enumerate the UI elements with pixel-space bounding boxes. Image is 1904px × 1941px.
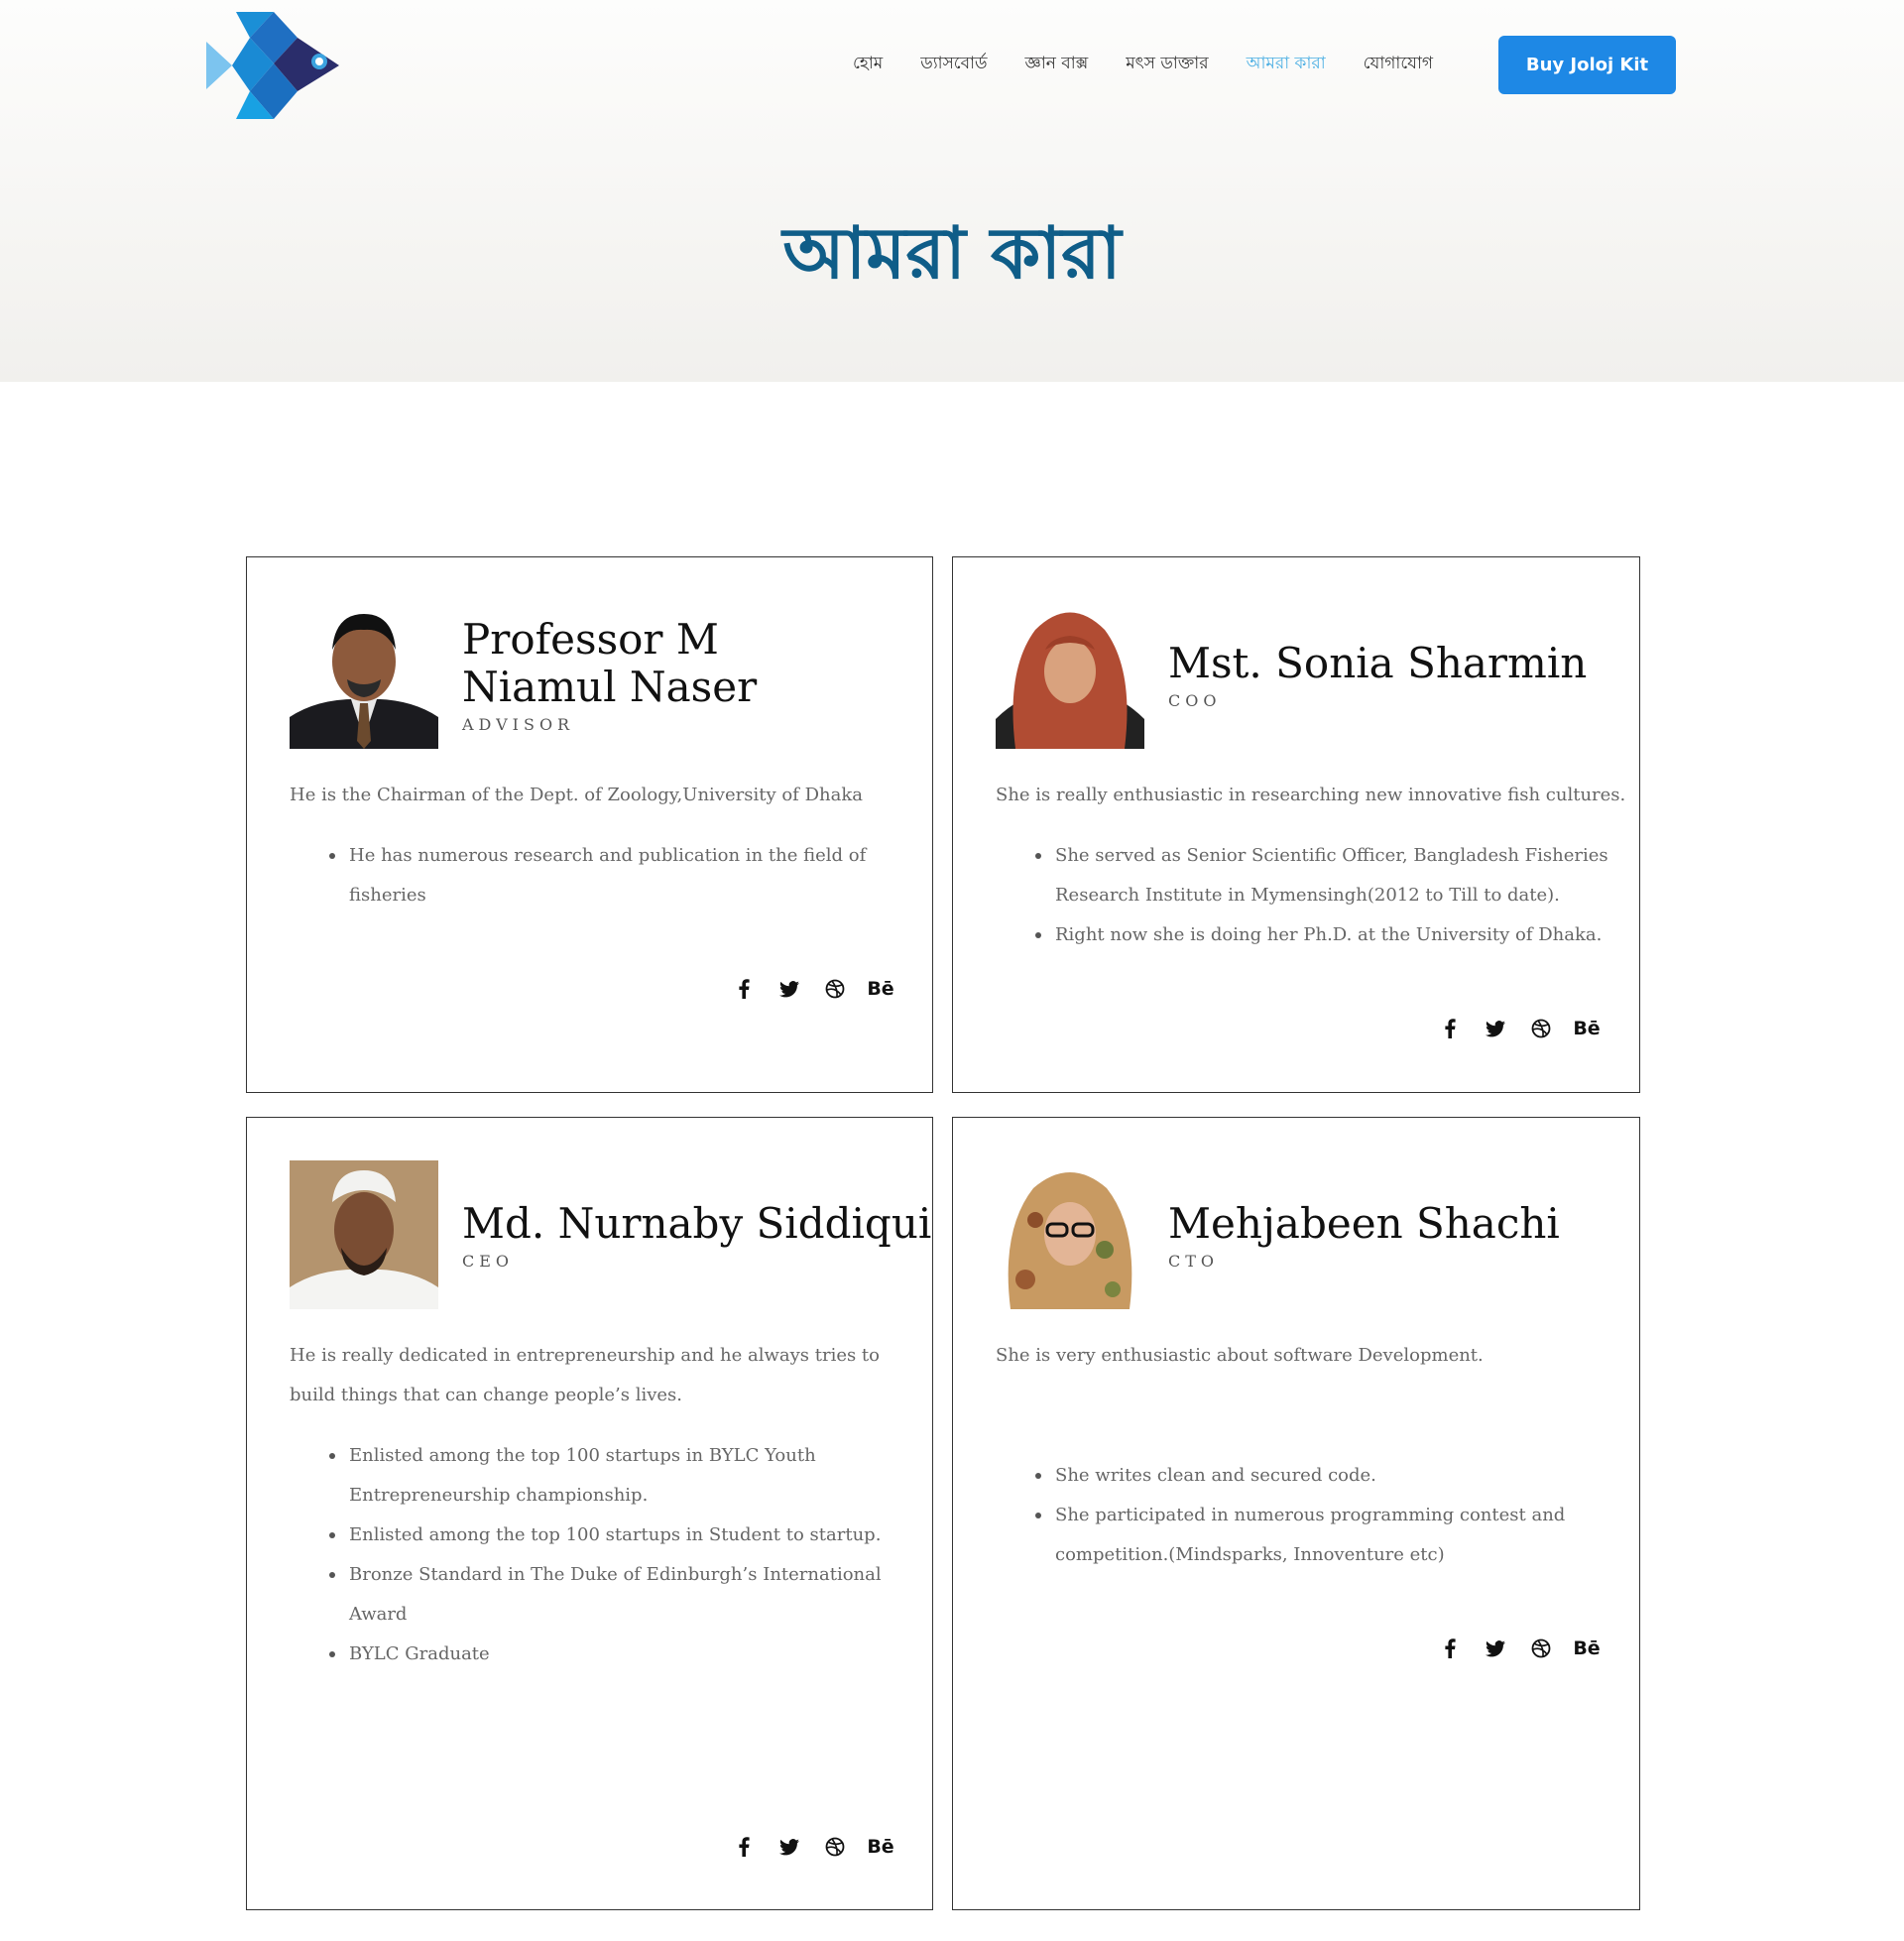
team-card: Md. Nurnaby Siddiqui CEO He is really de… <box>246 1117 933 1910</box>
list-item-continuation: Entrepreneurship championship. <box>349 1485 649 1506</box>
behance-icon[interactable]: Bē <box>858 974 903 1004</box>
nav-item-home[interactable]: হোম <box>853 50 883 77</box>
member-role: CEO <box>462 1251 515 1271</box>
member-description: He is the Chairman of the Dept. of Zoolo… <box>290 785 863 805</box>
achievement-list: He has numerous research and publication… <box>328 836 866 876</box>
list-item-continuation: fisheries <box>349 885 426 906</box>
member-description: build things that can change people’s li… <box>290 1385 682 1405</box>
avatar <box>996 600 1144 749</box>
behance-icon[interactable]: Bē <box>1564 1014 1609 1043</box>
list-item: Enlisted among the top 100 startups in S… <box>329 1516 882 1555</box>
team-card: Mehjabeen Shachi CTO She is very enthusi… <box>952 1117 1640 1910</box>
member-description: He is really dedicated in entrepreneursh… <box>290 1345 881 1366</box>
facebook-icon[interactable] <box>721 1832 767 1862</box>
list-item: Enlisted among the top 100 startups in B… <box>329 1436 816 1476</box>
achievement-list: She served as Senior Scientific Officer,… <box>1035 836 1608 876</box>
member-name: Mst. Sonia Sharmin <box>1168 638 1588 687</box>
behance-icon[interactable]: Bē <box>858 1832 903 1862</box>
logo[interactable] <box>206 12 341 119</box>
list-item: Right now she is doing her Ph.D. at the … <box>1034 915 1602 955</box>
dribbble-icon[interactable] <box>812 1832 858 1862</box>
member-role: CTO <box>1168 1251 1220 1271</box>
nav-item-about-us[interactable]: আমরা কারা <box>1247 50 1326 77</box>
member-description: She is very enthusiastic about software … <box>996 1345 1484 1366</box>
member-role: COO <box>1168 690 1222 710</box>
nav-item-contact[interactable]: যোগাযোগ <box>1364 50 1433 77</box>
social-links: Bē <box>1427 1634 1609 1663</box>
member-name: Mehjabeen Shachi <box>1168 1198 1560 1248</box>
achievement-list: She writes clean and secured code. She p… <box>1034 1456 1565 1535</box>
twitter-icon[interactable] <box>1473 1634 1518 1663</box>
list-item: Bronze Standard in The Duke of Edinburgh… <box>329 1555 882 1595</box>
member-role: ADVISOR <box>462 714 575 734</box>
facebook-icon[interactable] <box>1427 1014 1473 1043</box>
team-card: Mst. Sonia Sharmin COO She is really ent… <box>952 556 1640 1093</box>
nav-item-knowledge-box[interactable]: জ্ঞান বাক্স <box>1025 50 1089 77</box>
social-links: Bē <box>1427 1014 1609 1043</box>
list-item-continuation: Award <box>349 1604 408 1625</box>
behance-icon[interactable]: Bē <box>1564 1634 1609 1663</box>
list-item: He has numerous research and publication… <box>328 836 866 876</box>
list-item: She served as Senior Scientific Officer,… <box>1035 836 1608 876</box>
avatar <box>290 1160 438 1309</box>
nav-item-dashboard[interactable]: ড্যাসবোর্ড <box>920 50 987 77</box>
main-nav: হোম ড্যাসবোর্ড জ্ঞান বাক্স মৎস ডাক্তার আ… <box>853 50 1471 77</box>
social-links: Bē <box>721 1832 903 1862</box>
list-item-continuation: competition.(Mindsparks, Innoventure etc… <box>1055 1544 1445 1565</box>
achievement-list: Enlisted among the top 100 startups in S… <box>329 1516 882 1595</box>
achievement-list: Enlisted among the top 100 startups in B… <box>329 1436 816 1476</box>
list-item-continuation: Research Institute in Mymensingh(2012 to… <box>1055 885 1560 906</box>
facebook-icon[interactable] <box>721 974 767 1004</box>
team-card: Professor M Niamul Naser ADVISOR He is t… <box>246 556 933 1093</box>
list-item: She participated in numerous programming… <box>1034 1496 1565 1535</box>
member-description: She is really enthusiastic in researchin… <box>996 785 1626 805</box>
social-links: Bē <box>721 974 903 1004</box>
member-name: Md. Nurnaby Siddiqui <box>462 1198 932 1248</box>
list-item: BYLC Graduate <box>329 1635 490 1674</box>
dribbble-icon[interactable] <box>1518 1014 1564 1043</box>
twitter-icon[interactable] <box>767 974 812 1004</box>
avatar <box>996 1160 1144 1309</box>
nav-item-fish-doctor[interactable]: মৎস ডাক্তার <box>1126 50 1208 77</box>
facebook-icon[interactable] <box>1427 1634 1473 1663</box>
buy-kit-button[interactable]: Buy Joloj Kit <box>1498 36 1676 94</box>
member-name: Professor M Niamul Naser <box>462 614 758 711</box>
dribbble-icon[interactable] <box>812 974 858 1004</box>
avatar <box>290 600 438 749</box>
twitter-icon[interactable] <box>767 1832 812 1862</box>
achievement-list: BYLC Graduate <box>329 1635 490 1674</box>
list-item: She writes clean and secured code. <box>1034 1456 1565 1496</box>
achievement-list: Right now she is doing her Ph.D. at the … <box>1034 915 1602 955</box>
page-header: হোম ড্যাসবোর্ড জ্ঞান বাক্স মৎস ডাক্তার আ… <box>0 0 1904 382</box>
dribbble-icon[interactable] <box>1518 1634 1564 1663</box>
twitter-icon[interactable] <box>1473 1014 1518 1043</box>
page-title: আমরা কারা <box>782 211 1122 295</box>
